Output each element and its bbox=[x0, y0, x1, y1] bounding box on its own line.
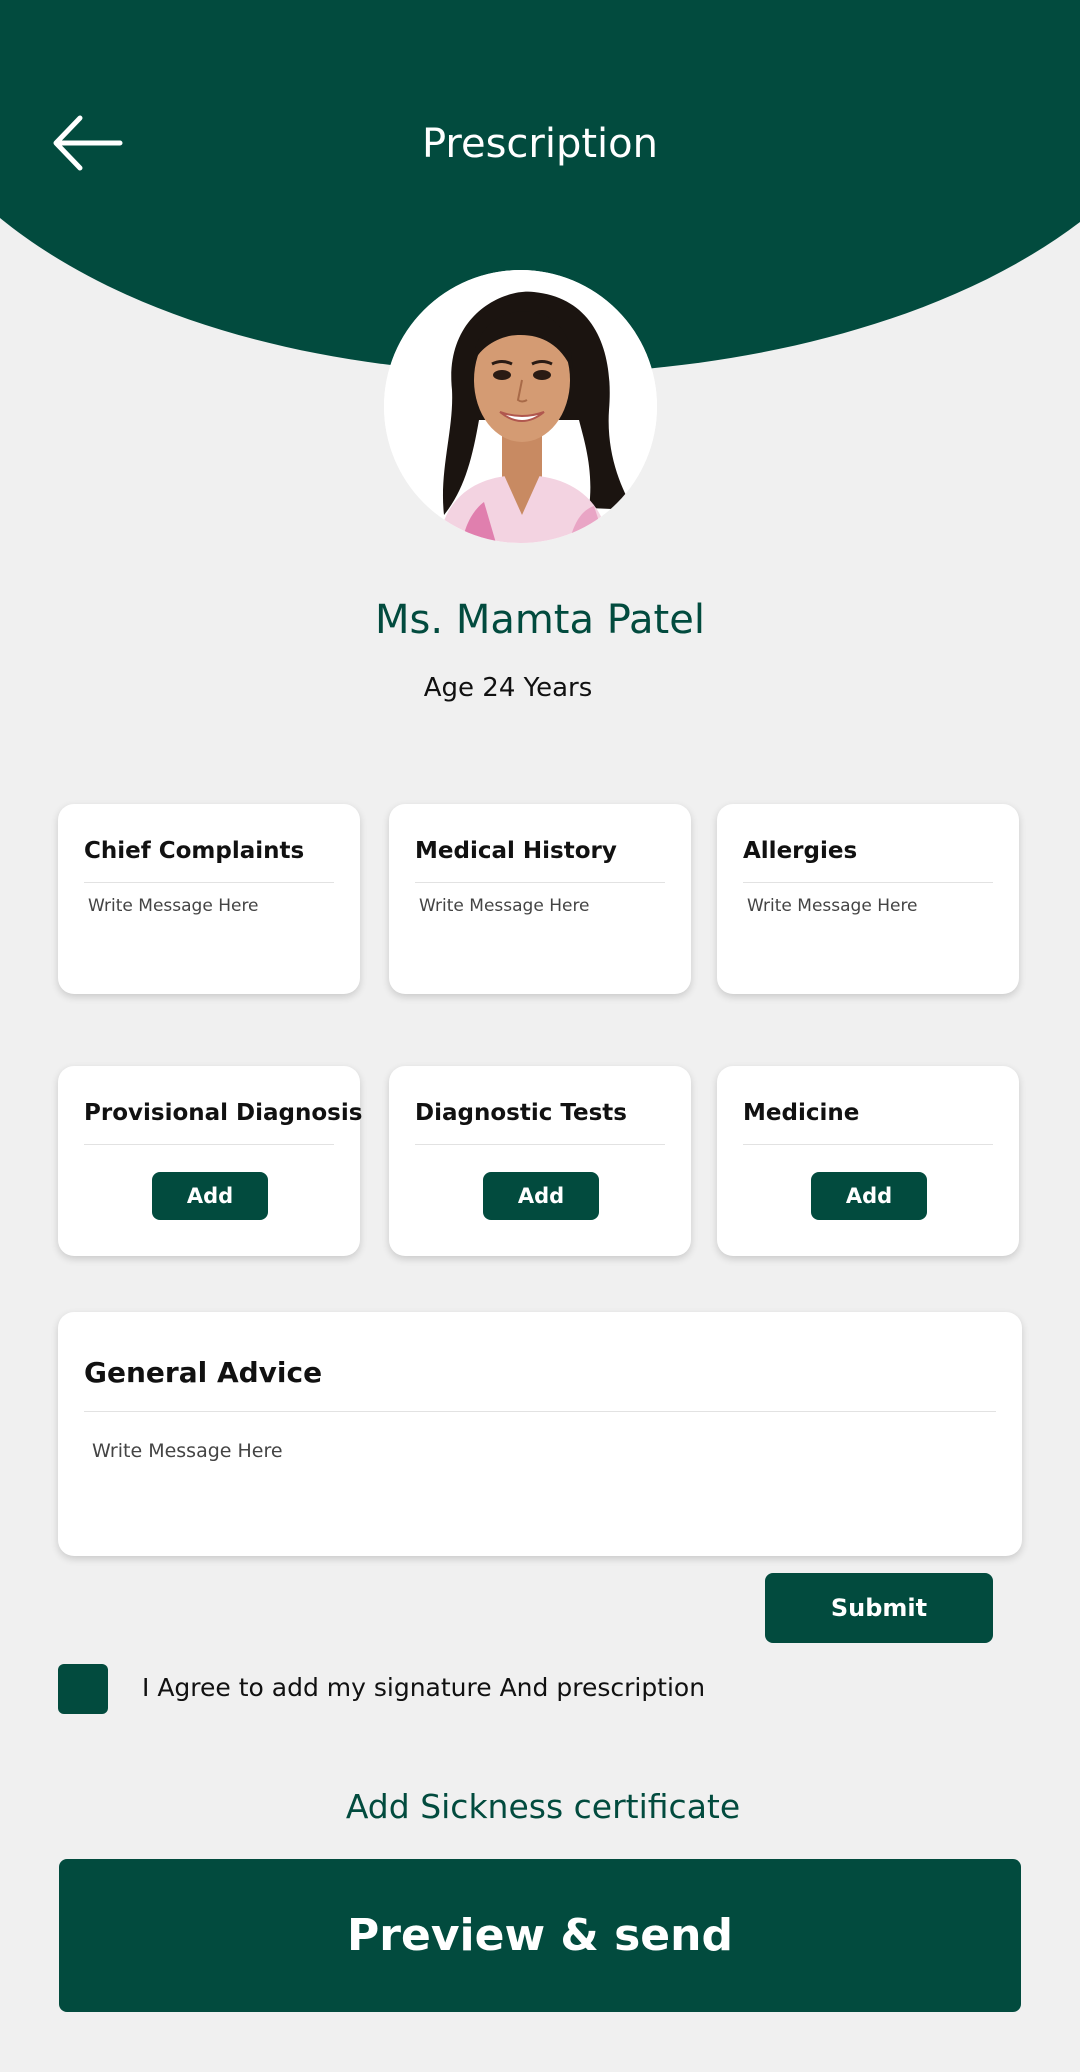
add-medicine-button[interactable]: Add bbox=[811, 1172, 927, 1220]
chief-complaints-input[interactable] bbox=[88, 896, 336, 956]
patient-age: Age 24 Years bbox=[423, 673, 593, 703]
allergies-input[interactable] bbox=[747, 896, 995, 956]
general-advice-card: General Advice bbox=[58, 1312, 1022, 1556]
medicine-card: Medicine Add bbox=[717, 1066, 1019, 1256]
card-title: Allergies bbox=[743, 838, 858, 864]
divider bbox=[84, 1144, 334, 1145]
divider bbox=[743, 1144, 993, 1145]
advice-title: General Advice bbox=[84, 1356, 323, 1389]
add-provisional-diagnosis-button[interactable]: Add bbox=[152, 1172, 268, 1220]
agree-checkbox[interactable] bbox=[58, 1664, 108, 1714]
card-title: Provisional Diagnosis bbox=[84, 1100, 363, 1126]
medical-history-card: Medical History bbox=[389, 804, 691, 994]
medical-history-input[interactable] bbox=[419, 896, 667, 956]
divider bbox=[415, 1144, 665, 1145]
submit-button[interactable]: Submit bbox=[765, 1573, 993, 1643]
card-title: Medical History bbox=[415, 838, 617, 864]
patient-photo bbox=[384, 270, 657, 543]
divider bbox=[415, 882, 665, 883]
add-sickness-certificate-link[interactable]: Add Sickness certificate bbox=[0, 1784, 1080, 1830]
preview-send-button[interactable]: Preview & send bbox=[59, 1859, 1021, 2012]
divider bbox=[84, 1411, 996, 1412]
avatar bbox=[384, 270, 657, 543]
add-diagnostic-tests-button[interactable]: Add bbox=[483, 1172, 599, 1220]
allergies-card: Allergies bbox=[717, 804, 1019, 994]
chief-complaints-card: Chief Complaints bbox=[58, 804, 360, 994]
general-advice-input[interactable] bbox=[92, 1440, 996, 1520]
divider bbox=[743, 882, 993, 883]
diagnostic-tests-card: Diagnostic Tests Add bbox=[389, 1066, 691, 1256]
provisional-diagnosis-card: Provisional Diagnosis Add bbox=[58, 1066, 363, 1256]
agree-label: I Agree to add my signature And prescrip… bbox=[142, 1673, 706, 1702]
card-title: Medicine bbox=[743, 1100, 860, 1126]
card-title: Chief Complaints bbox=[84, 838, 305, 864]
divider bbox=[84, 882, 334, 883]
patient-name: Ms. Mamta Patel bbox=[375, 597, 705, 643]
card-title: Diagnostic Tests bbox=[415, 1100, 627, 1126]
page-title: Prescription bbox=[422, 121, 658, 167]
